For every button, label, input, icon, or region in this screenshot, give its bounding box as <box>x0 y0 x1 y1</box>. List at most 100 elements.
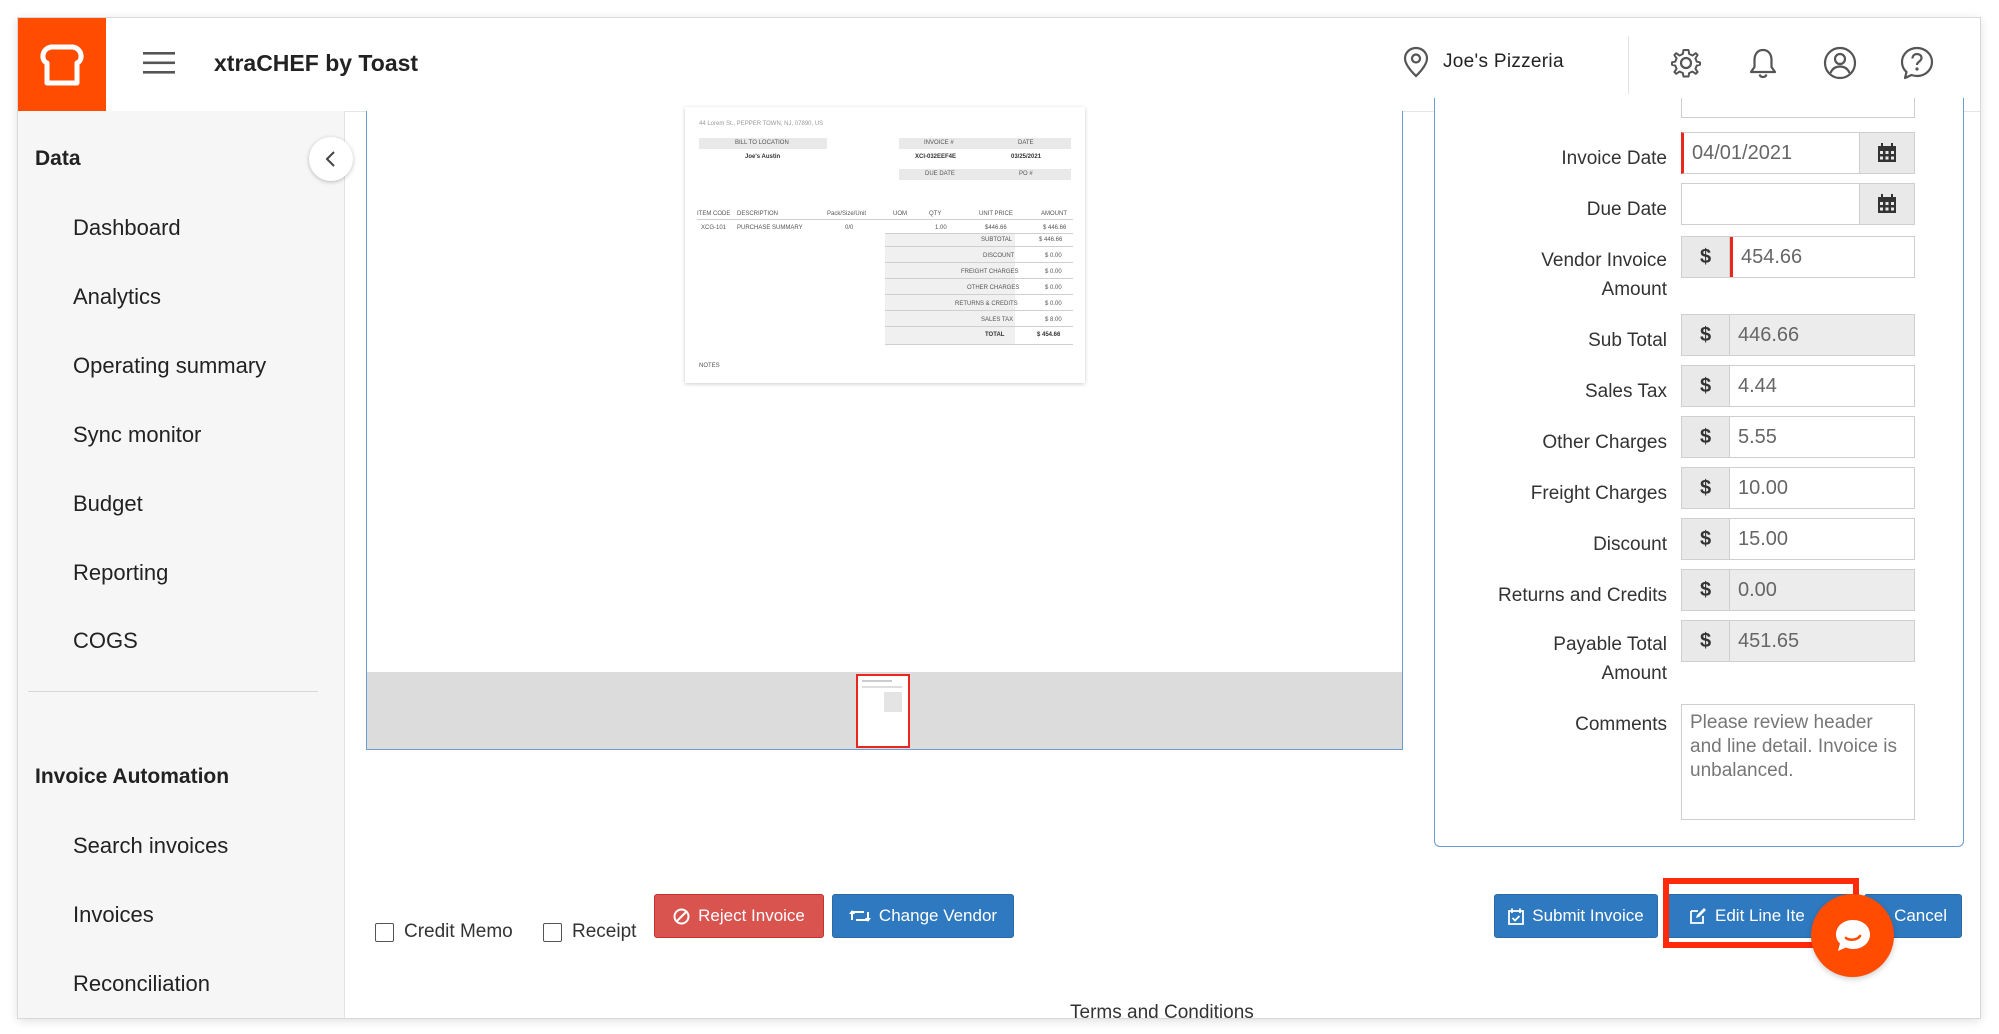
payable-total-amount-label: Payable Total Amount <box>1553 630 1667 688</box>
page-thumbnail-strip <box>367 672 1402 749</box>
freight-charges-field[interactable]: $ 10.00 <box>1681 467 1915 509</box>
doc-po-header: PO # <box>1019 171 1033 177</box>
page-thumbnail-selected[interactable] <box>856 674 910 748</box>
sidebar-section-invoice-automation: Invoice Automation <box>35 765 230 788</box>
doc-date-value: 03/25/2021 <box>1011 154 1042 160</box>
doc-total-value-1: $ 0.00 <box>1045 253 1062 259</box>
due-date-field[interactable] <box>1681 183 1915 225</box>
due-date-value <box>1682 184 1859 224</box>
invoice-date-label: Invoice Date <box>1561 148 1667 169</box>
change-vendor-label: Change Vendor <box>878 906 998 925</box>
invoice-date-field[interactable]: 04/01/2021 <box>1681 132 1915 174</box>
vendor-invoice-amount-label: Vendor Invoice Amount <box>1541 246 1667 304</box>
sidebar-section-data: Data <box>35 147 81 170</box>
doc-row-qty: 1.00 <box>935 225 947 231</box>
header-divider <box>1628 36 1629 94</box>
sidebar-collapse-button[interactable] <box>309 137 353 181</box>
invoice-document-viewer[interactable]: 44 Lorem St., PEPPER TOWN, NJ, 07890, US… <box>366 107 1403 750</box>
comments-textarea[interactable]: Please review header and line detail. In… <box>1681 704 1915 820</box>
change-vendor-button[interactable]: Change Vendor <box>832 894 1014 938</box>
doc-total-label-2: FREIGHT CHARGES <box>961 269 1019 275</box>
doc-row-unit-price: $446.66 <box>985 225 1007 231</box>
location-pin-icon <box>1403 46 1429 78</box>
other-charges-value: 5.55 <box>1738 426 1777 448</box>
doc-row-pack: 0/0 <box>845 225 854 231</box>
doc-col-pack-size-unit: Pack/Size/Unit <box>827 211 867 217</box>
location-selector[interactable]: Joe's Pizzeria <box>1403 46 1564 78</box>
checkbox-box[interactable] <box>543 922 562 942</box>
sidebar-divider <box>28 691 318 692</box>
dollar-sign-icon: $ <box>1682 237 1730 277</box>
settings-gear-icon[interactable] <box>1668 45 1704 81</box>
doc-bill-to-value: Joe's Austin <box>745 154 781 160</box>
sidebar-item-dashboard[interactable]: Dashboard <box>73 215 181 241</box>
calendar-icon[interactable] <box>1859 184 1914 224</box>
doc-total-label-3: OTHER CHARGES <box>967 285 1020 291</box>
returns-credits-field: $ 0.00 <box>1681 569 1915 611</box>
previous-field-input[interactable] <box>1681 98 1915 118</box>
doc-total-value-3: $ 0.00 <box>1045 285 1062 291</box>
doc-col-description: DESCRIPTION <box>737 211 779 217</box>
comments-label: Comments <box>1575 714 1667 735</box>
dollar-sign-icon: $ <box>1682 570 1730 610</box>
app-window: xtraCHEF by Toast Joe's Pizzeria Data Da… <box>18 18 1980 1018</box>
credit-memo-checkbox[interactable]: Credit Memo <box>375 921 513 943</box>
sidebar-item-sync-monitor[interactable]: Sync monitor <box>73 422 201 448</box>
doc-total-value-0: $ 446.66 <box>1039 237 1063 243</box>
sales-tax-label: Sales Tax <box>1584 381 1667 402</box>
chevron-left-icon <box>325 151 335 167</box>
doc-col-amount: AMOUNT <box>1041 211 1067 217</box>
ban-icon <box>673 908 690 924</box>
sales-tax-field[interactable]: $ 4.44 <box>1681 365 1915 407</box>
discount-value: 15.00 <box>1738 528 1789 550</box>
receipt-checkbox[interactable]: Receipt <box>543 921 636 943</box>
submit-invoice-button[interactable]: Submit Invoice <box>1494 894 1658 938</box>
calendar-icon[interactable] <box>1859 133 1914 173</box>
payable-total-label-line1: Payable Total <box>1553 634 1667 655</box>
sidebar-item-reconciliation[interactable]: Reconciliation <box>73 971 210 997</box>
receipt-label: Receipt <box>572 921 637 942</box>
payable-total-value: 451.65 <box>1738 630 1800 652</box>
retweet-icon <box>848 910 871 922</box>
vendor-invoice-amount-value: 454.66 <box>1730 237 1914 277</box>
doc-col-item-code: ITEM CODE <box>697 211 731 217</box>
sidebar-item-cogs[interactable]: COGS <box>73 628 138 654</box>
user-account-icon[interactable] <box>1822 45 1858 81</box>
invoice-header-form: Invoice Date 04/01/2021 Due Date Vendor … <box>1434 98 1964 847</box>
notification-bell-icon[interactable] <box>1745 45 1781 81</box>
doc-col-qty: QTY <box>929 211 942 217</box>
vendor-invoice-amount-field[interactable]: $ 454.66 <box>1681 236 1915 278</box>
doc-total-label-0: SUBTOTAL <box>981 237 1013 243</box>
chat-support-button[interactable] <box>1811 894 1894 977</box>
cancel-label: Cancel <box>1894 906 1947 925</box>
toast-logo-icon[interactable] <box>18 18 106 111</box>
sub-total-label: Sub Total <box>1588 330 1667 351</box>
doc-total-label-6: TOTAL <box>985 332 1005 338</box>
sidebar-item-operating-summary[interactable]: Operating summary <box>73 353 266 379</box>
location-name: Joe's Pizzeria <box>1443 51 1564 72</box>
vendor-invoice-amount-label-line2: Amount <box>1601 279 1667 300</box>
doc-bill-to-header: BILL TO LOCATION <box>735 140 789 146</box>
sidebar-item-analytics[interactable]: Analytics <box>73 284 161 310</box>
sidebar-item-invoices[interactable]: Invoices <box>73 902 154 928</box>
doc-total-label-5: SALES TAX <box>981 317 1014 323</box>
doc-total-value-4: $ 0.00 <box>1045 301 1062 307</box>
reject-invoice-button[interactable]: Reject Invoice <box>654 894 824 938</box>
help-question-icon[interactable] <box>1899 45 1935 81</box>
terms-and-conditions-link[interactable]: Terms and Conditions <box>1070 1002 1254 1018</box>
hamburger-menu-icon[interactable] <box>143 50 175 76</box>
sidebar-item-search-invoices[interactable]: Search invoices <box>73 833 228 859</box>
invoice-date-value: 04/01/2021 <box>1692 142 1793 164</box>
doc-total-value-2: $ 0.00 <box>1045 269 1062 275</box>
other-charges-field[interactable]: $ 5.55 <box>1681 416 1915 458</box>
dollar-sign-icon: $ <box>1682 366 1730 406</box>
doc-row-amount: $ 446.66 <box>1043 225 1067 231</box>
checkbox-box[interactable] <box>375 922 394 942</box>
dollar-sign-icon: $ <box>1682 621 1730 661</box>
sidebar-item-budget[interactable]: Budget <box>73 491 143 517</box>
payable-total-field: $ 451.65 <box>1681 620 1915 662</box>
app-title: xtraCHEF by Toast <box>214 50 419 76</box>
sidebar-item-reporting[interactable]: Reporting <box>73 560 168 586</box>
discount-field[interactable]: $ 15.00 <box>1681 518 1915 560</box>
freight-charges-label: Freight Charges <box>1530 483 1667 504</box>
